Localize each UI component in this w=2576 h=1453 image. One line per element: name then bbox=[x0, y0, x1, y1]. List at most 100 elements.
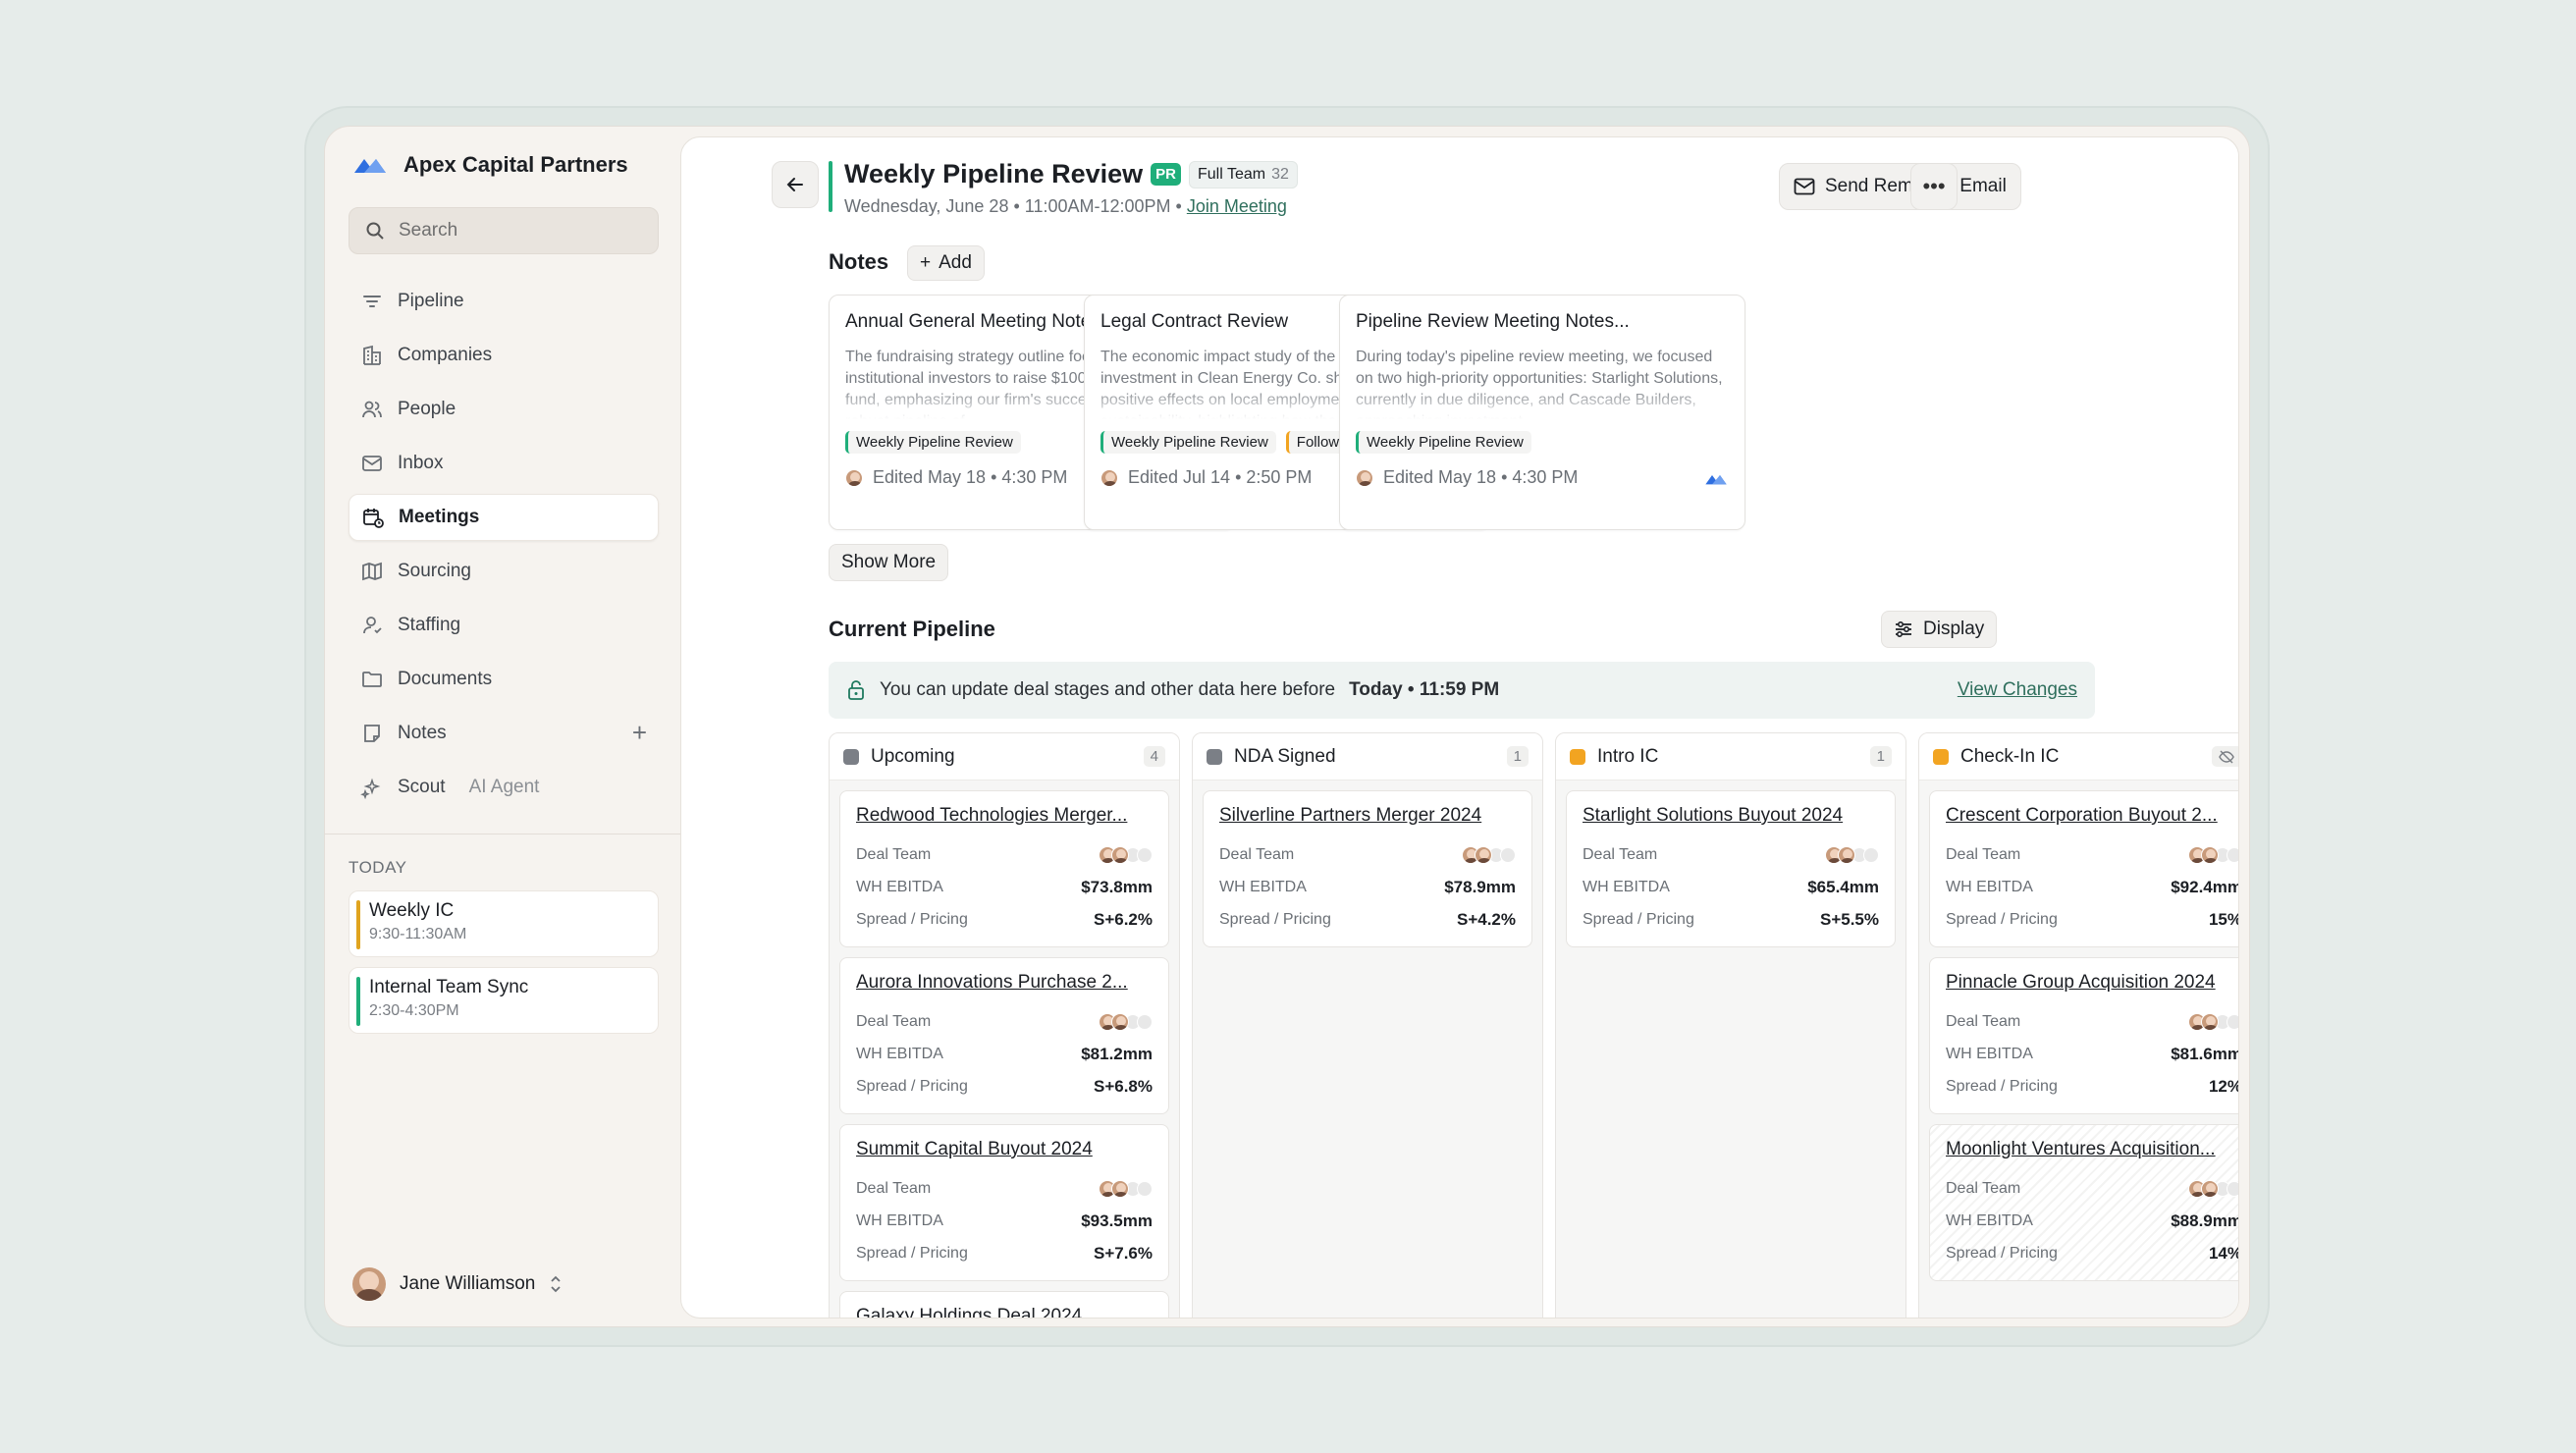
today-event-card[interactable]: Weekly IC 9:30-11:30AM bbox=[349, 890, 659, 957]
spread-value: S+5.5% bbox=[1819, 909, 1879, 929]
deal-name[interactable]: Redwood Technologies Merger... bbox=[856, 805, 1153, 827]
spread-label: Spread / Pricing bbox=[856, 1244, 968, 1262]
deal-team-row: Deal Team bbox=[856, 1005, 1153, 1038]
team-badge[interactable]: Full Team 32 bbox=[1189, 160, 1298, 188]
sidebar-item-inbox[interactable]: Inbox bbox=[349, 440, 659, 487]
deal-team-avatars[interactable] bbox=[2188, 1179, 2238, 1198]
column-header[interactable]: NDA Signed 1 bbox=[1193, 733, 1542, 780]
sidebar-item-notes[interactable]: Notes + bbox=[349, 710, 659, 757]
deal-card[interactable]: Starlight Solutions Buyout 2024 Deal Tea… bbox=[1566, 790, 1896, 947]
deal-name[interactable]: Pinnacle Group Acquisition 2024 bbox=[1946, 972, 2238, 994]
deal-name[interactable]: Moonlight Ventures Acquisition... bbox=[1946, 1139, 2238, 1160]
banner-text: You can update deal stages and other dat… bbox=[880, 679, 1336, 700]
send-reminder-button[interactable]: Send Reminder Email bbox=[1779, 163, 2021, 210]
chevron-up-down-icon bbox=[551, 1275, 561, 1293]
deal-team-avatars[interactable] bbox=[2188, 1012, 2238, 1031]
spread-value: 15% bbox=[2208, 909, 2239, 929]
event-title: Internal Team Sync bbox=[369, 977, 529, 997]
deal-name[interactable]: Crescent Corporation Buyout 2... bbox=[1946, 805, 2238, 827]
sidebar-item-people[interactable]: People bbox=[349, 386, 659, 433]
sidebar-item-sourcing[interactable]: Sourcing bbox=[349, 548, 659, 595]
page-title: Weekly Pipeline Review bbox=[844, 159, 1144, 188]
today-event-card[interactable]: Internal Team Sync 2:30-4:30PM bbox=[349, 967, 659, 1034]
view-changes-link[interactable]: View Changes bbox=[1958, 679, 2077, 701]
note-tag[interactable]: Weekly Pipeline Review bbox=[1100, 431, 1276, 454]
people-icon bbox=[362, 401, 382, 418]
display-label: Display bbox=[1923, 619, 1985, 639]
deal-card[interactable]: Redwood Technologies Merger... Deal Team… bbox=[839, 790, 1169, 947]
note-body: During today's pipeline review meeting, … bbox=[1356, 349, 1723, 419]
deal-card[interactable]: Galaxy Holdings Deal 2024 bbox=[839, 1291, 1169, 1318]
deal-team-avatars[interactable] bbox=[1099, 845, 1153, 864]
deal-team-avatars[interactable] bbox=[1462, 845, 1516, 864]
deal-card[interactable]: Silverline Partners Merger 2024 Deal Tea… bbox=[1203, 790, 1532, 947]
person-icon bbox=[363, 617, 382, 634]
note-tag[interactable]: Weekly Pipeline Review bbox=[1356, 431, 1531, 454]
sidebar-item-scout[interactable]: Scout AI Agent bbox=[349, 764, 659, 811]
spread-row: Spread / Pricing S+5.5% bbox=[1583, 903, 1879, 936]
column-header[interactable]: Check-In IC 1 bbox=[1919, 733, 2238, 780]
note-card[interactable]: Pipeline Review Meeting Notes... During … bbox=[1339, 295, 1745, 530]
search-input[interactable]: Search bbox=[349, 207, 659, 254]
update-banner: You can update deal stages and other dat… bbox=[829, 662, 2095, 719]
sidebar-item-pipeline[interactable]: Pipeline bbox=[349, 278, 659, 325]
stage-color-square bbox=[1207, 748, 1222, 765]
column-header[interactable]: Intro IC 1 bbox=[1556, 733, 1905, 780]
sidebar-item-label: Notes bbox=[398, 723, 447, 743]
more-options-button[interactable]: ••• bbox=[1910, 163, 1958, 210]
deal-team-avatars[interactable] bbox=[1099, 1012, 1153, 1031]
deal-name[interactable]: Galaxy Holdings Deal 2024 bbox=[856, 1306, 1153, 1318]
ebitda-value: $65.4mm bbox=[1807, 877, 1879, 896]
deal-name[interactable]: Aurora Innovations Purchase 2... bbox=[856, 972, 1153, 994]
deal-team-row: Deal Team bbox=[1946, 1005, 2238, 1038]
ebitda-value: $92.4mm bbox=[2171, 877, 2239, 896]
display-button[interactable]: Display bbox=[1881, 611, 1998, 648]
ebitda-row: WH EBITDA $73.8mm bbox=[856, 871, 1153, 903]
ebitda-row: WH EBITDA $92.4mm bbox=[1946, 871, 2239, 903]
deal-name[interactable]: Summit Capital Buyout 2024 bbox=[856, 1139, 1153, 1160]
sidebar-item-label: Companies bbox=[398, 345, 493, 365]
deal-card[interactable]: Aurora Innovations Purchase 2... Deal Te… bbox=[839, 957, 1169, 1114]
deal-team-row: Deal Team bbox=[1946, 1172, 2238, 1205]
add-note-icon[interactable]: + bbox=[632, 720, 647, 745]
deal-card[interactable]: Crescent Corporation Buyout 2... Deal Te… bbox=[1929, 790, 2239, 947]
avatar bbox=[2201, 1179, 2219, 1198]
spread-row: Spread / Pricing S+6.2% bbox=[856, 903, 1153, 936]
stage-color-square bbox=[843, 748, 859, 765]
sidebar-item-staffing[interactable]: Staffing bbox=[349, 602, 659, 649]
ebitda-value: $73.8mm bbox=[1081, 877, 1153, 896]
deal-team-row: Deal Team bbox=[856, 838, 1153, 871]
event-color-bar bbox=[356, 977, 360, 1026]
sidebar: Apex Capital Partners Search Pipeline Co… bbox=[325, 127, 680, 1326]
deal-card[interactable]: Pinnacle Group Acquisition 2024 Deal Tea… bbox=[1929, 957, 2238, 1114]
brand-logo-icon bbox=[354, 159, 386, 173]
sidebar-item-documents[interactable]: Documents bbox=[349, 656, 659, 703]
deal-name[interactable]: Silverline Partners Merger 2024 bbox=[1219, 805, 1516, 827]
spread-row: Spread / Pricing 15% bbox=[1946, 903, 2239, 936]
deal-team-avatars[interactable] bbox=[1825, 845, 1879, 864]
deal-team-row: Deal Team bbox=[856, 1172, 1153, 1205]
deal-card[interactable]: Summit Capital Buyout 2024 Deal Team WH … bbox=[839, 1124, 1169, 1281]
deal-card[interactable]: Moonlight Ventures Acquisition... Deal T… bbox=[1929, 1124, 2238, 1281]
show-more-button[interactable]: Show More bbox=[829, 544, 949, 581]
avatar bbox=[1111, 845, 1129, 864]
sidebar-item-meetings[interactable]: Meetings bbox=[349, 494, 659, 541]
sidebar-item-companies[interactable]: Companies bbox=[349, 332, 659, 379]
deal-name[interactable]: Starlight Solutions Buyout 2024 bbox=[1583, 805, 1879, 827]
join-meeting-link[interactable]: Join Meeting bbox=[1187, 196, 1287, 216]
event-time: 2:30-4:30PM bbox=[369, 1002, 459, 1019]
plus-icon: + bbox=[920, 252, 932, 273]
column-header[interactable]: Upcoming 4 bbox=[830, 733, 1179, 780]
brand[interactable]: Apex Capital Partners bbox=[352, 152, 628, 178]
note-footer: Edited May 18 • 4:30 PM bbox=[1356, 467, 1729, 488]
note-tag[interactable]: Weekly Pipeline Review bbox=[845, 431, 1021, 454]
add-note-button[interactable]: + Add bbox=[907, 245, 985, 281]
spread-label: Spread / Pricing bbox=[1219, 910, 1331, 928]
deal-team-avatars[interactable] bbox=[2188, 845, 2238, 864]
back-button[interactable] bbox=[772, 161, 819, 208]
deal-team-avatars[interactable] bbox=[1099, 1179, 1153, 1198]
ebitda-label: WH EBITDA bbox=[856, 1211, 943, 1229]
sidebar-item-label: Scout bbox=[398, 777, 446, 797]
user-menu[interactable]: Jane Williamson bbox=[352, 1267, 563, 1301]
column-count: 1 bbox=[2211, 746, 2238, 767]
